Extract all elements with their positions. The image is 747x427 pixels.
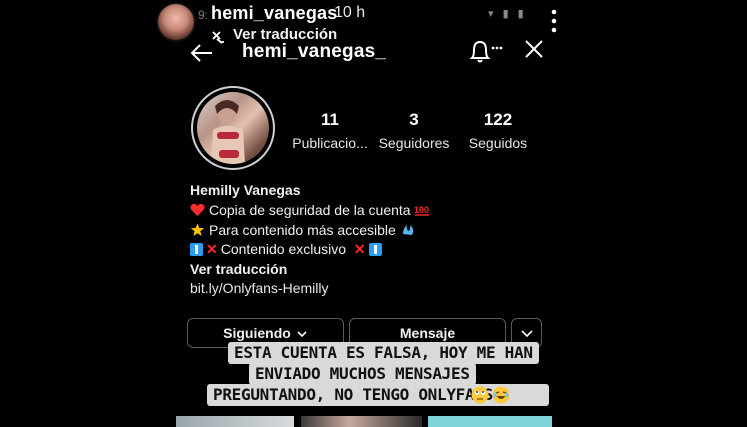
cross-emoji: ✕	[353, 241, 366, 257]
stat-followers[interactable]: 3 Seguidores	[376, 110, 452, 151]
profile-username: hemi_vanegas_	[242, 41, 387, 62]
info-emoji	[190, 243, 203, 256]
info-emoji	[368, 243, 382, 256]
star-emoji	[190, 223, 205, 236]
chevron-down-icon	[520, 330, 533, 338]
grid-thumbnail[interactable]	[176, 416, 294, 427]
grid-thumbnail[interactable]	[301, 416, 422, 427]
stat-following[interactable]: 122 Seguidos	[464, 110, 532, 151]
stat-following-value: 122	[483, 110, 513, 129]
bio-line-1: Copia de seguridad de la cuenta 100	[190, 202, 434, 218]
bio-line-3: ✕ Contenido exclusivo ✕	[190, 241, 385, 258]
rolling-eyes-emoji	[471, 386, 489, 404]
splash-emoji	[402, 225, 413, 235]
stat-followers-value: 3	[409, 110, 419, 129]
bio-line-2: Para contenido más accesible	[190, 222, 420, 238]
profile-translate-link[interactable]: Ver traducción	[190, 261, 287, 277]
bio-line-2-text: Para contenido más accesible	[209, 222, 396, 238]
stat-posts-value: 11	[321, 110, 339, 129]
profile-external-link[interactable]: bit.ly/Onlyfans-Hemilly	[190, 280, 328, 296]
bio-line-1-text: Copia de seguridad de la cuenta	[209, 202, 411, 218]
hundred-emoji: 100	[414, 205, 430, 216]
stat-posts[interactable]: 11 Publicacio...	[288, 110, 372, 151]
stat-posts-label: Publicacio...	[292, 135, 368, 151]
story-avatar[interactable]	[158, 4, 194, 40]
stat-following-label: Seguidos	[468, 135, 528, 151]
caption-line-1: ESTA CUENTA ES FALSA, HOY ME HAN	[228, 342, 539, 364]
chevron-down-icon	[297, 331, 307, 338]
caption-line-2: ENVIADO MUCHOS MENSAJES	[249, 363, 476, 385]
message-button-label: Mensaje	[399, 325, 456, 341]
svg-text:100: 100	[414, 205, 429, 215]
more-vertical-icon[interactable]	[548, 8, 560, 34]
story-username[interactable]: hemi_vanegas	[211, 3, 337, 24]
back-arrow-icon[interactable]	[190, 42, 214, 64]
close-icon[interactable]	[523, 38, 545, 60]
story-time: 10 h	[334, 4, 366, 21]
following-button-label: Siguiendo	[223, 325, 291, 341]
profile-name: Hemilly Vanegas	[190, 182, 301, 198]
bio-line-3-text: Contenido exclusivo	[220, 241, 347, 257]
cross-emoji: ✕	[206, 241, 218, 257]
stat-followers-label: Seguidores	[378, 135, 450, 151]
laughing-emoji	[492, 386, 510, 404]
status-icons: ▾ ▮ ▮	[488, 8, 527, 20]
heart-emoji	[190, 203, 205, 216]
bell-icon[interactable]	[468, 38, 504, 64]
caption-line-3-text: PREGUNTANDO, NO TENGO ONLYFANS	[213, 385, 493, 404]
profile-avatar[interactable]	[197, 92, 269, 164]
ghost-time: 9:	[198, 8, 209, 22]
grid-thumbnail[interactable]	[428, 416, 552, 427]
